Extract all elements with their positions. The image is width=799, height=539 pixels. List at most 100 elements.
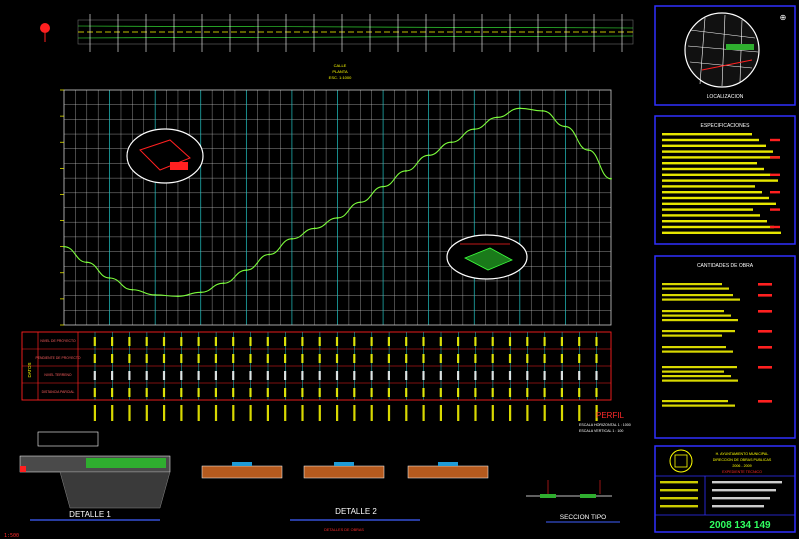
table-cell-value <box>491 371 494 380</box>
station-label-mark <box>578 405 581 421</box>
spec-value <box>770 191 780 194</box>
corner-scale: 1:500 <box>4 533 19 539</box>
table-cell-value <box>249 388 252 397</box>
chart-y-ticks <box>60 89 64 326</box>
table-cell-value <box>111 371 114 380</box>
detail2-section-b <box>303 465 385 479</box>
table-cell-value <box>578 354 581 363</box>
spec-text-line <box>662 150 773 153</box>
quantity-value <box>758 330 772 333</box>
table-cell-value <box>232 354 235 363</box>
table-cell-value <box>508 371 512 380</box>
station-label-mark <box>214 405 218 421</box>
table-cell-value <box>128 354 131 363</box>
plan-title-line3: ESC. 1:1000 <box>329 75 352 80</box>
table-cell-value <box>474 371 477 380</box>
table-cell-value <box>543 337 546 346</box>
table-cell-value <box>560 337 563 346</box>
table-cell-value <box>578 388 581 397</box>
location-title: LOCALIZACION <box>707 94 744 100</box>
quantity-value <box>758 346 772 349</box>
detail2-title: DETALLE 2 <box>335 507 377 516</box>
station-label-mark <box>387 405 391 421</box>
station-label-mark <box>560 405 564 421</box>
table-cell-value <box>560 371 563 380</box>
spec-text-line <box>662 191 762 194</box>
table-cell-value <box>197 337 200 346</box>
table-cell-value <box>145 337 148 346</box>
table-cell-value <box>162 388 166 397</box>
table-cell-value <box>128 371 131 380</box>
table-cell-value <box>457 371 460 380</box>
table-cell-value <box>405 354 408 363</box>
table-cell-value <box>301 371 304 380</box>
profile-point <box>610 177 612 180</box>
quantity-text-line <box>662 400 728 403</box>
profile-point <box>131 288 134 291</box>
table-cell-value <box>93 354 96 363</box>
station-label-mark <box>266 405 269 421</box>
spec-text-line <box>662 202 776 205</box>
profile-point <box>85 261 88 264</box>
table-cell-value <box>232 388 235 397</box>
table-cell-value <box>457 388 460 397</box>
detail2-section-a <box>201 465 283 479</box>
plan-edge-bottom <box>77 35 634 39</box>
table-cell-value <box>491 337 494 346</box>
quantity-value <box>758 310 772 313</box>
table-cell-value <box>370 354 373 363</box>
table-cell-value <box>543 354 546 363</box>
spec-text-line <box>662 225 774 229</box>
spec-value <box>770 156 780 159</box>
table-side-label: DATOS <box>27 362 32 377</box>
table-cell-value <box>214 371 217 380</box>
station-label-mark <box>474 405 477 421</box>
table-cell-value <box>128 337 131 346</box>
table-cell-value <box>284 337 287 346</box>
profile-point <box>496 116 498 119</box>
table-cell-value <box>387 371 390 380</box>
quantity-text-line <box>662 294 733 297</box>
table-cell-value <box>318 337 321 346</box>
table-cell-value <box>543 388 546 397</box>
table-cell-value <box>180 388 183 397</box>
table-cell-value <box>162 337 166 346</box>
table-cell-value <box>180 337 183 346</box>
station-label-mark <box>128 405 131 421</box>
detail-1: DETALLE 1 <box>19 431 171 521</box>
station-label-mark <box>491 405 494 421</box>
profile-point <box>245 269 248 272</box>
station-label-mark <box>336 405 339 421</box>
section-curb-left <box>540 494 556 498</box>
table-cell-value <box>249 337 252 346</box>
table-cell-value <box>145 354 148 363</box>
section-tipo: SECCION TIPO <box>526 480 620 523</box>
table-cell-value <box>422 354 425 363</box>
table-cell-value <box>249 371 252 380</box>
quantity-value <box>758 366 772 369</box>
spec-text-line <box>662 138 759 142</box>
station-label-mark <box>93 405 96 421</box>
callout-block-left <box>170 162 188 170</box>
table-cell-value <box>595 371 598 380</box>
table-cell-value <box>508 354 512 363</box>
quantity-text-line <box>662 375 731 378</box>
detail2-pipe-c <box>438 462 458 466</box>
table-cell-value <box>491 354 494 363</box>
spec-text-line <box>662 185 755 188</box>
quantity-value <box>758 400 772 403</box>
spec-text-line <box>662 220 767 223</box>
section-title: SECCION TIPO <box>560 514 606 521</box>
station-label-mark <box>249 405 252 421</box>
cad-drawing-sheet: CALLE PLANTA ESC. 1:1000 DATOS NIVEL DE <box>4 5 796 539</box>
table-cell-value <box>491 388 494 397</box>
table-cell-value <box>162 371 166 380</box>
station-label-mark <box>422 405 425 421</box>
table-cell-value <box>214 388 217 397</box>
title-block-line3: 2006 - 2009 <box>732 464 751 468</box>
specs-panel: ESPECIFICACIONES <box>654 115 796 245</box>
title-block-line1: H. AYUNTAMIENTO MUNICIPAL <box>716 452 769 456</box>
profile-scale-v: ESCALA VERTICAL 1 : 100 <box>579 429 623 433</box>
detail1-marker-icon <box>20 466 26 472</box>
plan-title-line2: PLANTA <box>332 69 348 74</box>
